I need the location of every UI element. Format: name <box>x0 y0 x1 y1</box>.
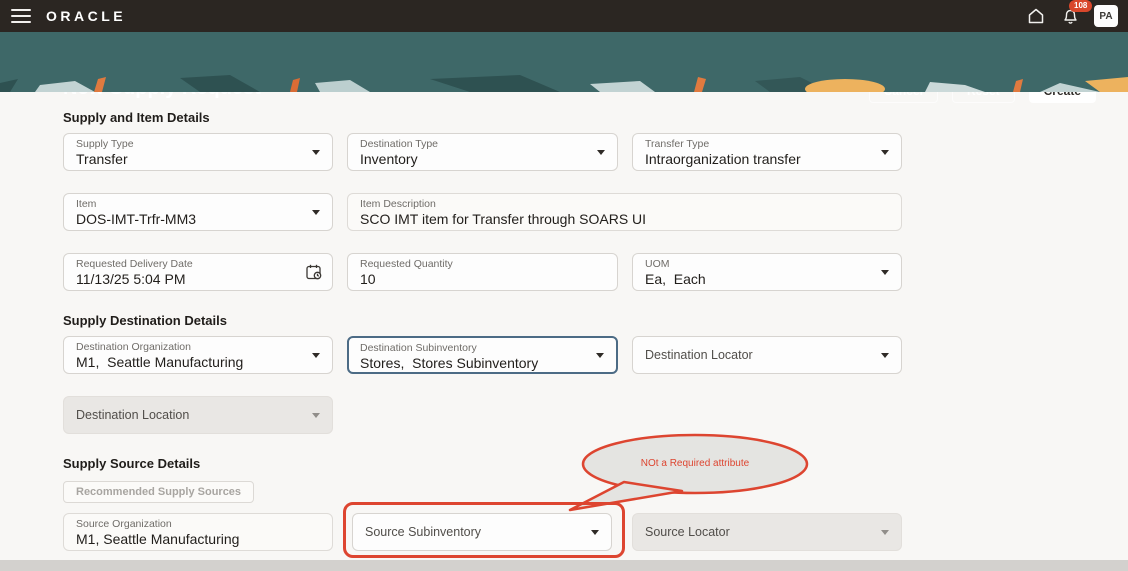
field-label: Destination Locator <box>645 347 753 362</box>
field-value: Ea, Each <box>645 271 706 287</box>
destination-location-field: Destination Location <box>63 396 333 434</box>
field-value: Transfer <box>76 151 128 167</box>
field-value: 11/13/25 5:04 PM <box>76 271 186 287</box>
item-description-field: Item Description SCO IMT item for Transf… <box>347 193 902 231</box>
field-label: Item Description <box>360 198 436 210</box>
field-label: Destination Location <box>76 407 190 422</box>
notifications-button[interactable]: 108 <box>1060 0 1093 26</box>
caret-down-icon <box>312 413 320 418</box>
requested-delivery-date-field[interactable]: Requested Delivery Date 11/13/25 5:04 PM <box>63 253 333 291</box>
caret-down-icon[interactable] <box>312 210 320 215</box>
source-subinventory-field[interactable]: Source Subinventory <box>352 513 612 551</box>
menu-icon[interactable] <box>11 9 31 23</box>
field-value: Intraorganization transfer <box>645 151 801 167</box>
field-label: Item <box>76 198 97 210</box>
section-destination-title: Supply Destination Details <box>63 313 227 328</box>
caret-down-icon[interactable] <box>881 150 889 155</box>
home-icon[interactable] <box>1026 6 1046 26</box>
field-label: Destination Organization <box>76 341 191 353</box>
field-label: Transfer Type <box>645 138 710 150</box>
field-label: Requested Delivery Date <box>76 258 193 270</box>
calendar-clock-icon[interactable] <box>305 263 323 281</box>
field-label: Requested Quantity <box>360 258 453 270</box>
oracle-logo: ORACLE <box>46 8 127 24</box>
field-value: SCO IMT item for Transfer through SOARS … <box>360 211 647 227</box>
page-header: New Supply Request Cancel Reset Create <box>0 32 1128 103</box>
destination-locator-field[interactable]: Destination Locator <box>632 336 902 374</box>
section-supply-item-title: Supply and Item Details <box>63 110 210 125</box>
field-label: Destination Type <box>360 138 439 150</box>
field-value: M1, Seattle Manufacturing <box>76 354 244 370</box>
supply-type-field[interactable]: Supply Type Transfer <box>63 133 333 171</box>
annotation-callout-bubble <box>568 433 809 512</box>
destination-type-field[interactable]: Destination Type Inventory <box>347 133 618 171</box>
field-label: Destination Subinventory <box>360 342 477 354</box>
decorative-pattern <box>0 75 1128 92</box>
destination-organization-field[interactable]: Destination Organization M1, Seattle Man… <box>63 336 333 374</box>
field-value: M1, Seattle Manufacturing <box>76 531 240 547</box>
field-value: Inventory <box>360 151 418 167</box>
field-label: Source Subinventory <box>365 524 482 539</box>
field-label: Supply Type <box>76 138 134 150</box>
caret-down-icon[interactable] <box>312 150 320 155</box>
transfer-type-field[interactable]: Transfer Type Intraorganization transfer <box>632 133 902 171</box>
item-field[interactable]: Item DOS-IMT-Trfr-MM3 <box>63 193 333 231</box>
annotation-text: NOt a Required attribute <box>640 458 750 469</box>
caret-down-icon[interactable] <box>591 530 599 535</box>
field-label: Source Locator <box>645 524 730 539</box>
caret-down-icon <box>881 530 889 535</box>
caret-down-icon[interactable] <box>596 353 604 358</box>
requested-quantity-field[interactable]: Requested Quantity 10 <box>347 253 618 291</box>
field-value: Stores, Stores Subinventory <box>360 355 539 371</box>
caret-down-icon[interactable] <box>312 353 320 358</box>
field-label: Source Organization <box>76 518 172 530</box>
source-locator-field: Source Locator <box>632 513 902 551</box>
caret-down-icon[interactable] <box>881 270 889 275</box>
topbar-actions: 108 PA <box>1026 0 1118 27</box>
uom-field[interactable]: UOM Ea, Each <box>632 253 902 291</box>
field-value: 10 <box>360 271 376 287</box>
notification-badge: 108 <box>1069 0 1093 12</box>
field-value: DOS-IMT-Trfr-MM3 <box>76 211 197 227</box>
top-bar: ORACLE 108 PA <box>0 0 1128 32</box>
caret-down-icon[interactable] <box>881 353 889 358</box>
destination-subinventory-field[interactable]: Destination Subinventory Stores, Stores … <box>347 336 618 374</box>
recommended-supply-sources-button[interactable]: Recommended Supply Sources <box>63 481 255 503</box>
bottom-strip <box>0 560 1128 571</box>
caret-down-icon[interactable] <box>597 150 605 155</box>
avatar[interactable]: PA <box>1094 5 1118 27</box>
field-label: UOM <box>645 258 670 270</box>
section-source-title: Supply Source Details <box>63 456 201 471</box>
source-organization-field: Source Organization M1, Seattle Manufact… <box>63 513 333 551</box>
